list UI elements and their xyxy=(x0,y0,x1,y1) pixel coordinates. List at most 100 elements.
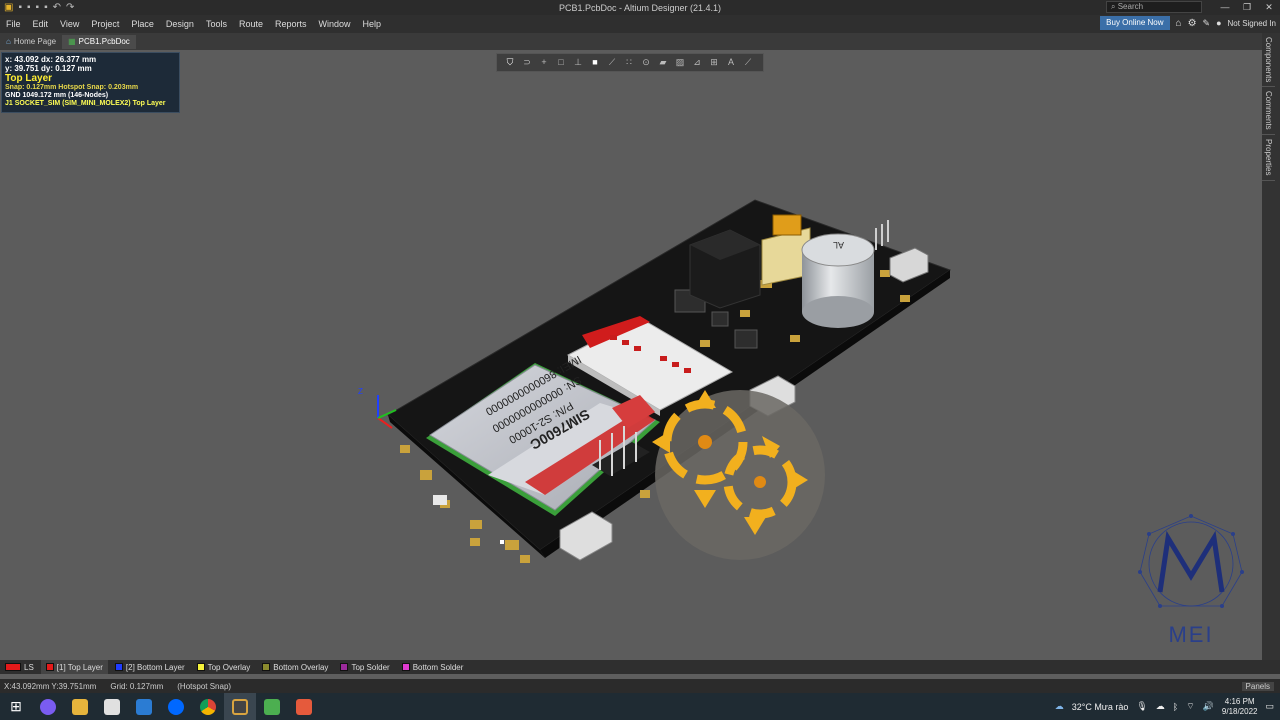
gear-icon[interactable]: ⚙ xyxy=(1188,18,1197,29)
layer-tab[interactable]: [2] Bottom Layer xyxy=(110,660,190,674)
pcb-3d-view[interactable]: AL SIM7600C P/N: S2-10000 SN: 0000000000… xyxy=(0,50,1262,660)
layer-tab[interactable]: Top Overlay xyxy=(192,660,256,674)
open-icon[interactable]: ▪ xyxy=(44,2,48,13)
sign-in-status[interactable]: Not Signed In xyxy=(1228,19,1276,28)
text-icon[interactable]: A xyxy=(724,56,738,69)
taskbar-app-altium[interactable] xyxy=(224,693,256,720)
hud-current-layer: Top Layer xyxy=(5,73,53,84)
taskbar-app-store[interactable] xyxy=(96,693,128,720)
layer-tab-label: Bottom Solder xyxy=(412,662,464,672)
line-icon[interactable]: ⟋ xyxy=(741,56,755,69)
menu-file[interactable]: File xyxy=(0,19,27,29)
store-icon xyxy=(104,698,120,715)
select-rect-icon[interactable]: □ xyxy=(554,56,568,69)
home-icon: ⌂ xyxy=(6,37,11,46)
layer-color-swatch xyxy=(262,663,271,671)
taskbar-app-camtasia[interactable] xyxy=(256,693,288,720)
quick-access-toolbar: ▣ ▪ ▪ ▪ ▪ ↶ ↷ xyxy=(0,2,74,13)
system-tray: ☁ 32°C Mưa rào 🎙 ☁ ᛒ ⌔ 🔊 4:16 PM 9/18/20… xyxy=(1055,693,1280,720)
layer-tab[interactable]: LS xyxy=(0,660,39,674)
taskbar-app-recorder[interactable] xyxy=(288,693,320,720)
status-snap: (Hotspot Snap) xyxy=(177,681,232,691)
redo-icon[interactable]: ↷ xyxy=(66,2,74,13)
menu-route[interactable]: Route xyxy=(233,19,269,29)
heads-up-display: x: 43.092 dx: 26.377 mm y: 39.751 dy: 0.… xyxy=(1,52,180,113)
taskbar-app-explorer[interactable] xyxy=(64,693,96,720)
save-icon[interactable]: ▪ xyxy=(18,2,22,13)
layer-tab[interactable]: Bottom Solder xyxy=(397,660,469,674)
route-icon[interactable]: ⟋ xyxy=(605,56,619,69)
menu-view[interactable]: View xyxy=(54,19,85,29)
assistant-icon xyxy=(40,698,56,715)
system-clock[interactable]: 4:16 PM 9/18/2022 xyxy=(1222,697,1258,717)
taskbar-app-assistant[interactable] xyxy=(32,693,64,720)
menu-help[interactable]: Help xyxy=(357,19,388,29)
crosshair-icon[interactable]: + xyxy=(537,56,551,69)
pcb-3d-viewport[interactable]: AL SIM7600C P/N: S2-10000 SN: 0000000000… xyxy=(0,50,1262,660)
menu-design[interactable]: Design xyxy=(160,19,200,29)
select-connected-icon[interactable]: ⊃ xyxy=(520,56,534,69)
layer-color-swatch xyxy=(401,663,410,671)
menu-window[interactable]: Window xyxy=(313,19,357,29)
menu-place[interactable]: Place xyxy=(125,19,160,29)
notification-center-icon[interactable]: ▭ xyxy=(1265,701,1274,712)
tab-home-page[interactable]: ⌂ Home Page xyxy=(0,35,62,49)
menu-project[interactable]: Project xyxy=(85,19,125,29)
start-button[interactable]: ⊞ xyxy=(0,693,32,720)
via-icon[interactable]: ⊙ xyxy=(639,56,653,69)
taskbar-app-mail[interactable] xyxy=(128,693,160,720)
save-all-icon[interactable]: ▪ xyxy=(27,2,31,13)
panel-tab-comments[interactable]: Comments xyxy=(1262,87,1275,136)
pcb-doc-icon: ▦ xyxy=(68,37,76,46)
weather-text[interactable]: 32°C Mưa rào xyxy=(1072,702,1129,712)
layer-tab-label: Bottom Overlay xyxy=(273,662,329,672)
layer-tab-label: Top Solder xyxy=(351,662,390,672)
dimension-icon[interactable]: ⊿ xyxy=(690,56,704,69)
taskbar-app-zalo[interactable] xyxy=(160,693,192,720)
weather-icon: ☁ xyxy=(1054,701,1064,711)
print-icon[interactable]: ▪ xyxy=(36,2,40,13)
bluetooth-icon[interactable]: ᛒ xyxy=(1173,702,1178,712)
menu-reports[interactable]: Reports xyxy=(269,19,313,29)
region-icon[interactable]: ▨ xyxy=(673,56,687,69)
filter-icon[interactable]: ⛉ xyxy=(503,56,517,69)
status-coordinates: X:43.092mm Y:39.751mm xyxy=(4,681,97,691)
layer-tab-label: [1] Top Layer xyxy=(56,662,103,672)
document-tabs: ⌂ Home Page ▦ PCB1.PcbDoc xyxy=(0,33,1280,50)
microphone-icon[interactable]: 🎙 xyxy=(1136,701,1147,712)
notifications-icon[interactable]: ✎ xyxy=(1203,18,1211,29)
buy-online-button[interactable]: Buy Online Now xyxy=(1100,16,1170,30)
layer-tab-label: LS xyxy=(24,662,34,672)
close-button[interactable]: ✕ xyxy=(1258,0,1280,14)
taskbar-app-chrome[interactable] xyxy=(192,693,224,720)
layer-tab[interactable]: Bottom Overlay xyxy=(257,660,333,674)
measure-icon[interactable]: ⊞ xyxy=(707,56,721,69)
panel-tab-components[interactable]: Components xyxy=(1262,33,1275,88)
layer-tab[interactable]: [1] Top Layer xyxy=(40,660,108,674)
network-icon[interactable]: ⌔ xyxy=(1186,701,1194,712)
menu-edit[interactable]: Edit xyxy=(27,19,55,29)
altium-icon xyxy=(232,698,248,715)
volume-icon[interactable]: 🔊 xyxy=(1203,701,1214,712)
panels-button[interactable]: Panels xyxy=(1241,681,1274,691)
polygon-icon[interactable]: ▰ xyxy=(656,56,670,69)
align-icon[interactable]: ⊥ xyxy=(571,56,585,69)
place-component-icon[interactable]: ■ xyxy=(588,56,602,69)
layer-tab-label: Top Overlay xyxy=(207,662,251,672)
layer-color-swatch xyxy=(114,663,123,671)
restore-button[interactable]: ❐ xyxy=(1236,0,1258,14)
panel-tab-properties[interactable]: Properties xyxy=(1262,135,1275,181)
diff-pair-icon[interactable]: ∷ xyxy=(622,56,636,69)
minimize-button[interactable]: — xyxy=(1214,0,1236,14)
hud-snap-info: Snap: 0.127mm Hotspot Snap: 0.203mm xyxy=(5,84,139,91)
layer-tab[interactable]: Top Solder xyxy=(335,660,394,674)
search-input[interactable]: ⌕ Search xyxy=(1106,1,1202,13)
search-icon: ⌕ xyxy=(1111,2,1116,11)
home-icon[interactable]: ⌂ xyxy=(1176,18,1182,29)
menu-tools[interactable]: Tools xyxy=(200,19,233,29)
user-icon[interactable]: ● xyxy=(1216,18,1221,28)
undo-icon[interactable]: ↶ xyxy=(53,2,61,13)
tab-pcb1[interactable]: ▦ PCB1.PcbDoc xyxy=(62,34,136,49)
onedrive-icon[interactable]: ☁ xyxy=(1156,701,1165,712)
active-bar: ⛉ ⊃ + □ ⊥ ■ ⟋ ∷ ⊙ ▰ ▨ ⊿ ⊞ A ⟋ xyxy=(496,53,764,72)
